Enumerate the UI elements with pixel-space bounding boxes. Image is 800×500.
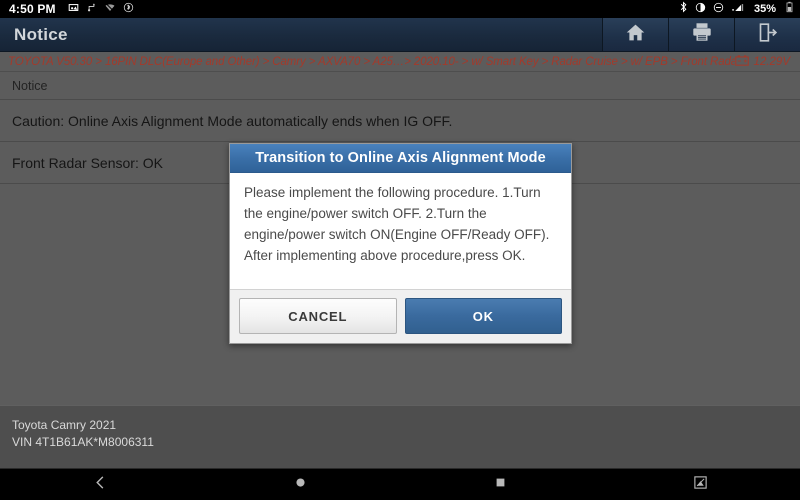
usb-icon bbox=[86, 0, 97, 18]
brightness-icon bbox=[695, 0, 706, 18]
app-title-bar: Notice bbox=[0, 18, 800, 52]
page-title: Notice bbox=[14, 24, 68, 44]
diagnostic-app-window: 4:50 PM 35% Notice TOYOTA V50.30 > 16PIN… bbox=[0, 0, 800, 500]
voltage-label: 12.29V bbox=[753, 55, 790, 68]
title-bar-toolbar bbox=[602, 18, 800, 51]
signal-icon bbox=[731, 0, 745, 18]
breadcrumb[interactable]: TOYOTA V50.30 > 16PIN DLC(Europe and Oth… bbox=[0, 52, 800, 72]
list-header-label: Notice bbox=[12, 78, 48, 93]
print-button[interactable] bbox=[668, 18, 734, 51]
printer-icon bbox=[691, 21, 713, 48]
vehicle-battery-icon bbox=[734, 53, 749, 71]
ok-button[interactable]: OK bbox=[404, 298, 562, 334]
exit-button[interactable] bbox=[734, 18, 800, 51]
android-nav-bar bbox=[0, 468, 800, 500]
screenshot-icon bbox=[68, 0, 79, 18]
bluetooth-circle-icon bbox=[123, 0, 134, 18]
dialog-body: Please implement the following procedure… bbox=[230, 173, 571, 289]
voltage-indicator: 12.29V bbox=[734, 53, 792, 71]
battery-percent-label: 35% bbox=[753, 3, 776, 15]
dialog-message: Please implement the following procedure… bbox=[244, 185, 550, 263]
chevron-left-icon bbox=[93, 475, 108, 495]
cancel-button[interactable]: CANCEL bbox=[239, 298, 397, 334]
nav-back-button[interactable] bbox=[0, 475, 200, 495]
status-bar-clock: 4:50 PM bbox=[9, 2, 56, 16]
nav-home-button[interactable] bbox=[200, 476, 400, 494]
square-icon bbox=[494, 476, 507, 494]
circle-icon bbox=[294, 476, 307, 494]
status-bar-left-icons bbox=[68, 0, 134, 18]
nav-screenshot-button[interactable] bbox=[600, 475, 800, 495]
battery-icon bbox=[786, 0, 793, 18]
transition-mode-dialog: Transition to Online Axis Alignment Mode… bbox=[229, 143, 572, 344]
vehicle-vin: VIN 4T1B61AK*M8006311 bbox=[12, 435, 154, 449]
home-icon bbox=[625, 22, 646, 48]
vehicle-name: Toyota Camry 2021 bbox=[12, 418, 117, 432]
sensor-status-text: Front Radar Sensor: OK bbox=[12, 154, 163, 171]
do-not-disturb-icon bbox=[713, 0, 724, 18]
vehicle-info-footer: Toyota Camry 2021 VIN 4T1B61AK*M8006311 bbox=[0, 405, 800, 468]
dialog-actions: CANCEL OK bbox=[230, 289, 571, 343]
screenshot-icon bbox=[693, 475, 708, 495]
list-item-caution: Caution: Online Axis Alignment Mode auto… bbox=[0, 100, 800, 142]
bluetooth-icon bbox=[679, 0, 688, 18]
dialog-title: Transition to Online Axis Alignment Mode bbox=[230, 144, 571, 173]
wifi-off-icon bbox=[104, 0, 116, 18]
android-status-bar: 4:50 PM 35% bbox=[0, 0, 800, 18]
nav-recents-button[interactable] bbox=[400, 476, 600, 494]
status-bar-right-icons: 35% bbox=[679, 0, 793, 18]
exit-icon bbox=[757, 22, 778, 48]
caution-text: Caution: Online Axis Alignment Mode auto… bbox=[12, 112, 453, 129]
home-button[interactable] bbox=[602, 18, 668, 51]
breadcrumb-path: TOYOTA V50.30 > 16PIN DLC(Europe and Oth… bbox=[8, 55, 735, 68]
list-header-row: Notice bbox=[0, 72, 800, 100]
